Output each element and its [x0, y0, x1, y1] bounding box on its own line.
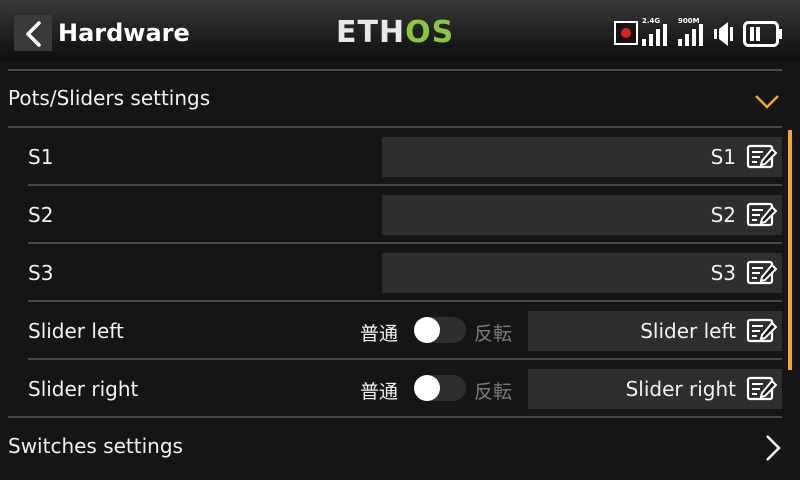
- name-field[interactable]: S3: [382, 253, 782, 293]
- chevron-left-icon: [26, 21, 41, 47]
- item-label: S2: [28, 203, 54, 227]
- back-button[interactable]: [14, 15, 52, 51]
- list-item: S2 S2: [0, 186, 790, 242]
- signal-strength-icon: [678, 24, 703, 46]
- edit-icon[interactable]: [746, 143, 778, 171]
- scrollbar[interactable]: [788, 130, 792, 370]
- list-item: Slider left 普通 反転 Slider left: [0, 302, 790, 358]
- name-field[interactable]: S2: [382, 195, 782, 235]
- name-field[interactable]: Slider left: [528, 311, 782, 351]
- record-icon: [614, 21, 638, 45]
- field-value: Slider right: [625, 377, 736, 401]
- item-label: S1: [28, 145, 54, 169]
- item-label: Slider right: [28, 377, 139, 401]
- field-value: S2: [710, 203, 736, 227]
- page-title: Hardware: [58, 19, 190, 47]
- ethos-logo: ETHOS: [336, 15, 455, 50]
- edit-icon[interactable]: [746, 201, 778, 229]
- toggle-normal-label: 普通: [360, 381, 399, 403]
- edit-icon[interactable]: [746, 259, 778, 287]
- toggle-knob: [414, 317, 440, 343]
- chevron-right-icon: [766, 435, 781, 461]
- section-label: Switches settings: [8, 434, 183, 458]
- section-switches[interactable]: Switches settings: [0, 418, 790, 476]
- section-label: Pots/Sliders settings: [8, 86, 211, 110]
- field-value: Slider left: [640, 319, 736, 343]
- item-label: S3: [28, 261, 54, 285]
- toggle-invert-label: 反転: [474, 381, 513, 403]
- toggle-invert-label: 反転: [474, 323, 513, 345]
- toggle-normal-label: 普通: [360, 323, 399, 345]
- invert-toggle[interactable]: [414, 375, 466, 401]
- list-item: S3 S3: [0, 244, 790, 300]
- toggle-knob: [414, 375, 440, 401]
- name-field[interactable]: Slider right: [528, 369, 782, 409]
- item-label: Slider left: [28, 319, 124, 343]
- speaker-icon: [714, 22, 733, 46]
- section-pots-sliders[interactable]: Pots/Sliders settings: [0, 70, 790, 126]
- invert-toggle[interactable]: [414, 317, 466, 343]
- field-value: S1: [710, 145, 736, 169]
- top-bar: Hardware ETHOS 2.4G 900M: [0, 0, 800, 62]
- field-value: S3: [710, 261, 736, 285]
- list-item: Slider right 普通 反転 Slider right: [0, 360, 790, 416]
- edit-icon[interactable]: [746, 375, 778, 403]
- list-item: S1 S1: [0, 128, 790, 184]
- battery-icon: [743, 21, 782, 47]
- edit-icon[interactable]: [746, 317, 778, 345]
- signal-strength-icon: [642, 24, 667, 46]
- name-field[interactable]: S1: [382, 137, 782, 177]
- chevron-down-icon: [755, 95, 779, 109]
